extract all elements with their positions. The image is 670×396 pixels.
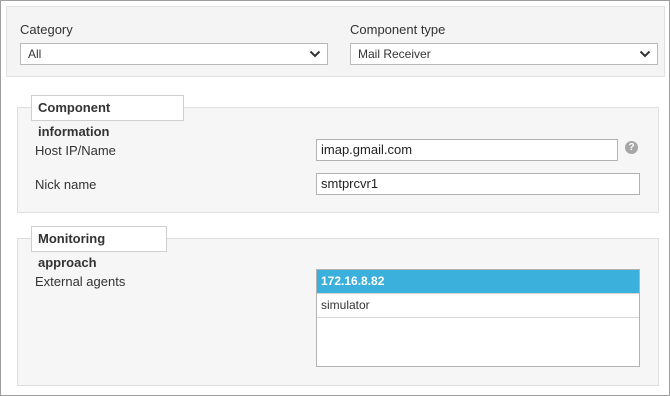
- component-type-select[interactable]: Mail Receiver: [350, 43, 658, 65]
- external-agents-label: External agents: [35, 274, 126, 289]
- category-select[interactable]: All: [20, 43, 328, 65]
- host-label: Host IP/Name: [35, 143, 116, 158]
- host-input[interactable]: imap.gmail.com: [316, 139, 618, 161]
- help-icon[interactable]: ?: [625, 141, 638, 154]
- form-frame: Category All Component type Mail Receive…: [0, 0, 670, 396]
- chevron-down-icon: [309, 50, 321, 58]
- nick-name-label: Nick name: [35, 177, 97, 192]
- list-item[interactable]: 172.16.8.82: [317, 270, 639, 294]
- component-type-select-value: Mail Receiver: [358, 47, 431, 61]
- filter-panel: Category All Component type Mail Receive…: [6, 6, 665, 77]
- nick-name-input[interactable]: smtprcvr1: [316, 173, 640, 195]
- category-select-value: All: [28, 47, 42, 61]
- list-item[interactable]: simulator: [317, 294, 639, 318]
- monitoring-approach-legend: Monitoring approach: [31, 226, 167, 270]
- component-information-legend: Component information: [31, 95, 184, 139]
- category-label: Category: [20, 22, 73, 37]
- external-agents-list[interactable]: 172.16.8.82 simulator: [316, 269, 640, 367]
- component-type-label: Component type: [350, 22, 446, 37]
- chevron-down-icon: [639, 50, 651, 58]
